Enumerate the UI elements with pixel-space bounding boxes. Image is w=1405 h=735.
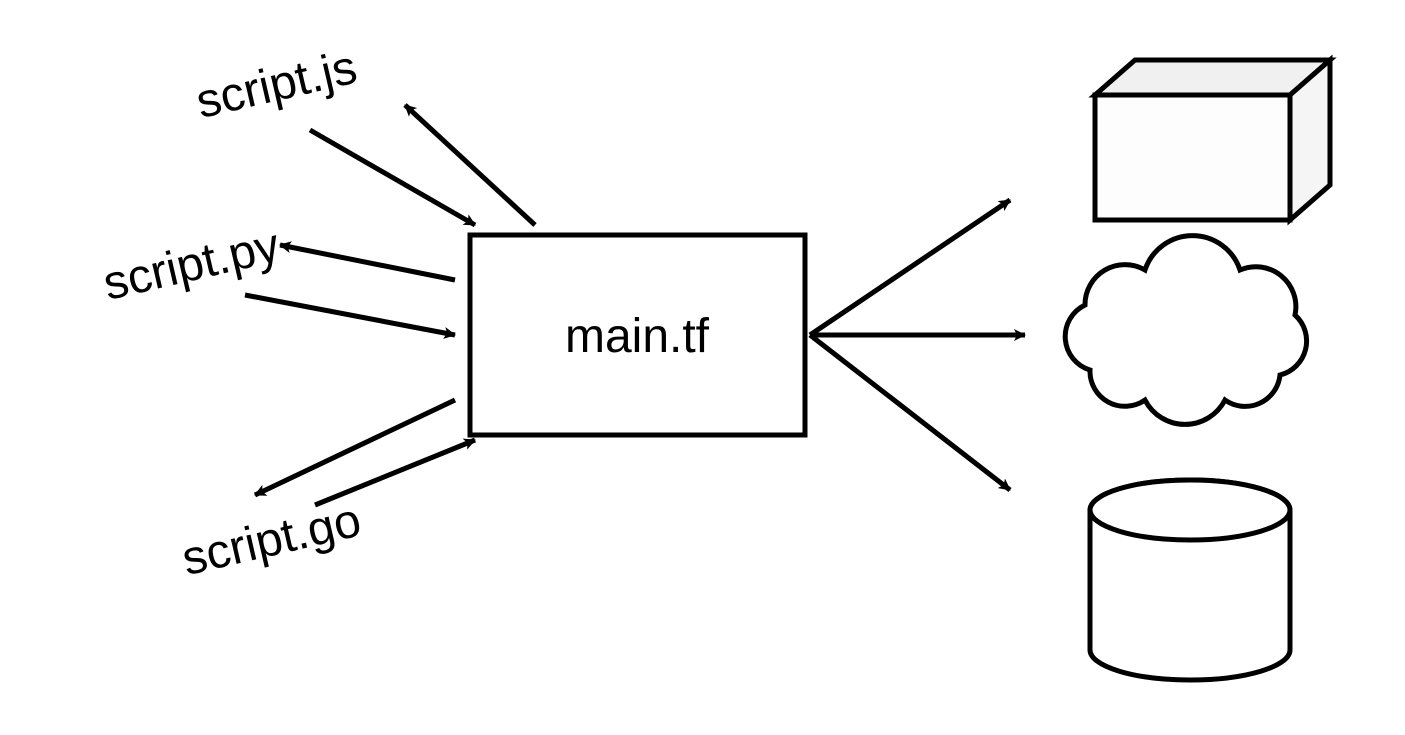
- cloud-icon: [1065, 236, 1306, 425]
- arrow-main-to-go: [255, 400, 455, 495]
- main-label: main.tf: [565, 310, 710, 363]
- script-js-label: script.js: [191, 41, 361, 129]
- cylinder-icon: [1090, 480, 1290, 680]
- arrow-go-to-main: [315, 440, 475, 505]
- arrow-main-to-js: [405, 105, 535, 225]
- arrow-main-to-cylinder: [810, 335, 1010, 490]
- script-go-label: script.go: [177, 494, 366, 586]
- arrow-py-to-main: [245, 295, 455, 335]
- architecture-diagram: main.tf script.js script.py script.go: [0, 0, 1405, 735]
- arrow-main-to-py: [280, 245, 455, 280]
- cube-icon: [1095, 60, 1330, 220]
- arrow-main-to-box: [810, 200, 1010, 335]
